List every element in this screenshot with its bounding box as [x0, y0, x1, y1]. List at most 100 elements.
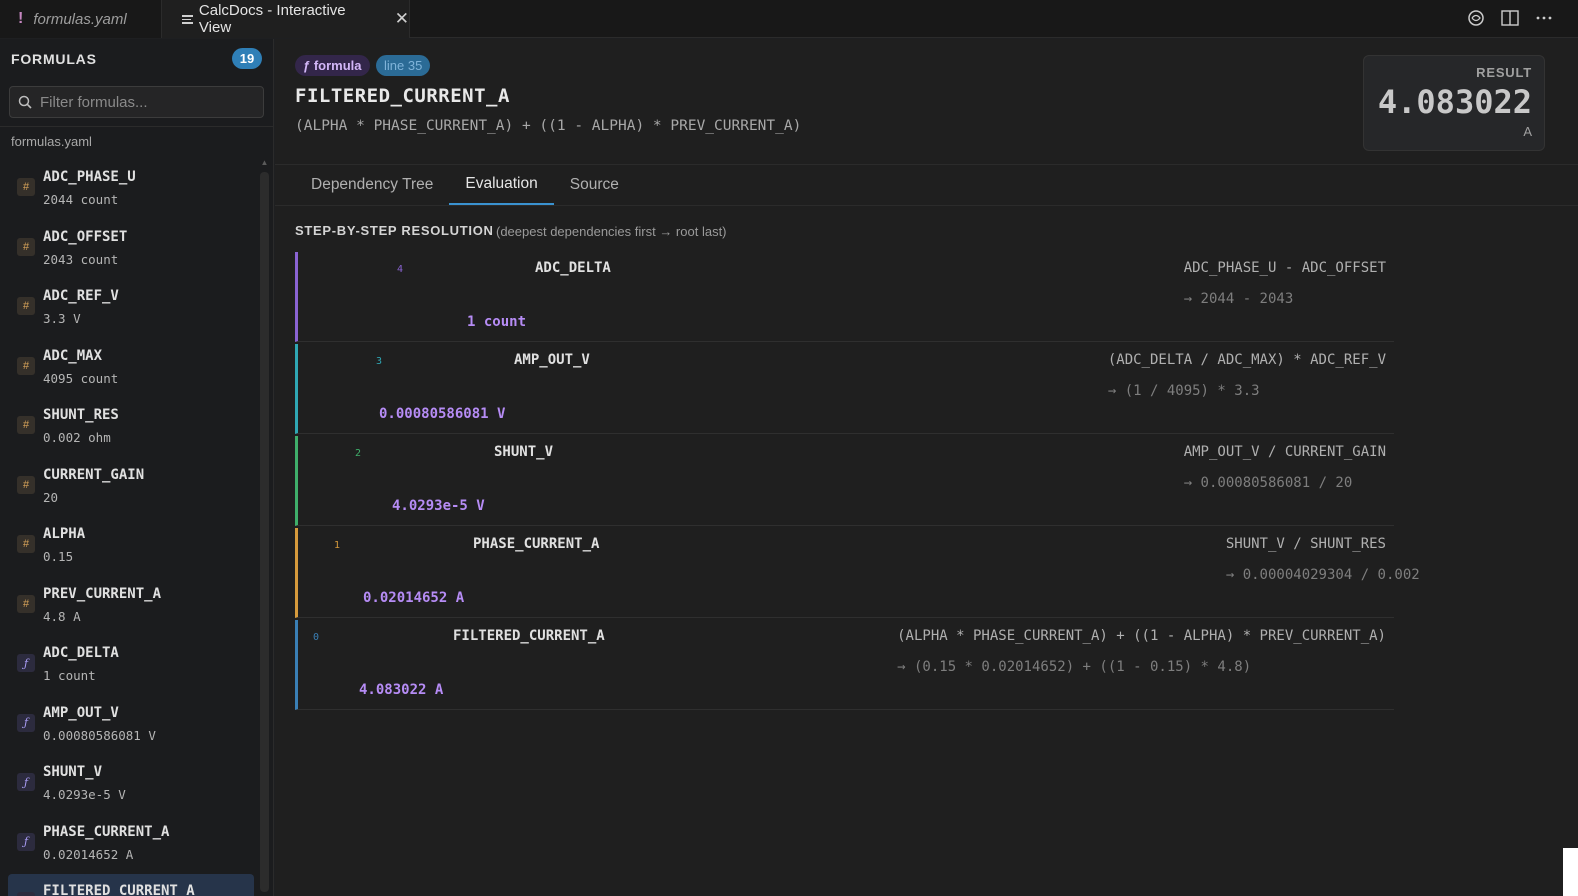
split-editor-icon[interactable] — [1500, 8, 1520, 28]
function-icon: ƒ — [17, 892, 35, 896]
close-icon[interactable]: ✕ — [395, 9, 409, 29]
sidebar-title: FORMULAS — [11, 51, 97, 67]
formula-kind-badge: ƒ formula — [295, 55, 370, 76]
function-icon: ƒ — [17, 654, 35, 672]
item-name: ADC_PHASE_U — [43, 169, 136, 185]
list-item[interactable]: ƒ SHUNT_V 4.0293e-5 V — [8, 755, 254, 815]
step-expression: (ADC_DELTA / ADC_MAX) * ADC_REF_V → (1 /… — [1108, 352, 1386, 399]
step-row-shunt-v[interactable]: 2 SHUNT_V AMP_OUT_V / CURRENT_GAIN → 0.0… — [295, 436, 1394, 526]
tab-evaluation[interactable]: Evaluation — [449, 165, 554, 205]
tab-dependency-tree[interactable]: Dependency Tree — [295, 165, 449, 205]
list-item-selected[interactable]: ƒ FILTERED_CURRENT_A — [8, 874, 254, 896]
item-value: 1 count — [43, 668, 96, 683]
list-item[interactable]: # ADC_MAX 4095 count — [8, 339, 254, 399]
step-name: FILTERED_CURRENT_A — [453, 628, 605, 644]
step-row-phase-current-a[interactable]: 1 PHASE_CURRENT_A SHUNT_V / SHUNT_RES → … — [295, 528, 1420, 618]
item-value: 4.8 A — [43, 608, 81, 624]
step-name: AMP_OUT_V — [514, 352, 590, 368]
tab-interactive-view[interactable]: CalcDocs - Interactive View ✕ — [162, 0, 410, 38]
item-value: 3.3 V — [43, 311, 81, 326]
result-label: RESULT — [1476, 65, 1532, 80]
function-icon: ƒ — [17, 832, 35, 851]
filter-formulas-input[interactable] — [40, 93, 250, 111]
list-item[interactable]: ƒ AMP_OUT_V 0.00080586081 V — [8, 696, 254, 756]
item-value: 0.15 — [43, 549, 74, 564]
item-name: ADC_MAX — [43, 347, 103, 364]
sidebar-scrollbar[interactable] — [260, 172, 269, 892]
step-name: PHASE_CURRENT_A — [473, 536, 600, 552]
result-value: 4.083022 — [1377, 83, 1532, 121]
step-result: 4.083022 A — [359, 682, 444, 698]
window-edge-artifact — [1563, 848, 1578, 896]
formula-detail-panel: ƒ formula line 35 FILTERED_CURRENT_A (AL… — [275, 39, 1578, 896]
steps-title: STEP-BY-STEP RESOLUTION — [295, 223, 494, 238]
item-name: AMP_OUT_V — [43, 704, 119, 721]
file-group-label: formulas.yaml — [11, 134, 92, 149]
item-name: CURRENT_GAIN — [43, 466, 145, 483]
item-value: 2044 count — [43, 192, 119, 207]
list-item[interactable]: ƒ ADC_DELTA 1 count — [8, 636, 254, 696]
result-unit: A — [1523, 124, 1532, 139]
chat-assistant-icon[interactable] — [1466, 8, 1486, 28]
step-expression: ADC_PHASE_U - ADC_OFFSET → 2044 - 2043 — [1183, 260, 1386, 307]
step-result: 0.00080586081 V — [379, 406, 506, 422]
formula-expression: (ALPHA * PHASE_CURRENT_A) + ((1 - ALPHA)… — [295, 118, 802, 134]
list-item[interactable]: # SHUNT_RES 0.002 ohm — [8, 398, 254, 458]
constant-icon: # — [17, 594, 35, 613]
tab-formulas-yaml[interactable]: ! formulas.yaml — [0, 0, 162, 38]
tab-label: CalcDocs - Interactive View — [198, 2, 346, 36]
scroll-up-arrow-icon[interactable]: ▲ — [260, 158, 269, 167]
tab-label: formulas.yaml — [33, 10, 127, 28]
step-substitution: → 0.00080586081 / 20 — [1183, 475, 1353, 491]
item-name: ADC_OFFSET — [43, 228, 128, 245]
list-item[interactable]: # ALPHA 0.15 — [8, 517, 254, 577]
list-item[interactable]: # CURRENT_GAIN 20 — [8, 458, 254, 518]
step-row-adc-delta[interactable]: 4 ADC_DELTA ADC_PHASE_U - ADC_OFFSET → 2… — [295, 252, 1394, 342]
step-result: 0.02014652 A — [363, 590, 465, 606]
filter-box[interactable] — [9, 86, 264, 118]
list-item[interactable]: # ADC_PHASE_U 2044 count — [8, 160, 254, 220]
step-formula: SHUNT_V / SHUNT_RES — [1225, 536, 1386, 552]
list-item[interactable]: # PREV_CURRENT_A 4.8 A — [8, 577, 254, 637]
function-icon: ƒ — [17, 713, 35, 732]
constant-icon: # — [17, 237, 35, 256]
constant-icon: # — [17, 416, 35, 434]
step-expression: AMP_OUT_V / CURRENT_GAIN → 0.00080586081… — [1183, 444, 1386, 491]
item-name: FILTERED_CURRENT_A — [43, 883, 195, 896]
step-substitution: → (0.15 * 0.02014652) + ((1 - 0.15) * 4.… — [897, 659, 1252, 675]
constant-icon: # — [17, 535, 35, 553]
list-item[interactable]: # ADC_OFFSET 2043 count — [8, 220, 254, 280]
step-expression: SHUNT_V / SHUNT_RES → 0.00004029304 / 0.… — [1225, 536, 1420, 583]
step-row-filtered-current-a[interactable]: 0 FILTERED_CURRENT_A (ALPHA * PHASE_CURR… — [295, 620, 1394, 710]
step-depth: 4 — [397, 264, 404, 275]
item-name: ALPHA — [43, 526, 86, 542]
constant-icon: # — [17, 356, 35, 375]
step-expression: (ALPHA * PHASE_CURRENT_A) + ((1 - ALPHA)… — [897, 628, 1386, 675]
result-card: RESULT 4.083022 A — [1363, 55, 1545, 151]
step-depth: 0 — [313, 632, 320, 643]
item-value: 0.002 ohm — [43, 430, 111, 445]
list-item[interactable]: ƒ PHASE_CURRENT_A 0.02014652 A — [8, 815, 254, 875]
step-result: 4.0293e-5 V — [392, 498, 485, 514]
steps-subtitle: (deepest dependencies first → root last) — [496, 224, 727, 239]
item-name: SHUNT_RES — [43, 407, 119, 423]
step-formula: AMP_OUT_V / CURRENT_GAIN — [1183, 444, 1386, 460]
item-name: ADC_DELTA — [43, 645, 119, 661]
list-item[interactable]: # ADC_REF_V 3.3 V — [8, 279, 254, 339]
item-value: 0.02014652 A — [43, 846, 134, 862]
search-icon — [18, 95, 32, 109]
step-substitution: → 0.00004029304 / 0.002 — [1225, 567, 1420, 583]
line-number-badge[interactable]: line 35 — [376, 55, 431, 76]
item-name: PHASE_CURRENT_A — [43, 823, 170, 840]
step-result: 1 count — [467, 314, 527, 330]
formulas-sidebar: FORMULAS 19 formulas.yaml # ADC_PHASE_U 20… — [0, 39, 274, 896]
tab-source[interactable]: Source — [554, 165, 635, 205]
tabs-divider — [275, 205, 1578, 206]
step-row-amp-out-v[interactable]: 3 AMP_OUT_V (ADC_DELTA / ADC_MAX) * ADC_… — [295, 344, 1394, 434]
step-formula: ADC_PHASE_U - ADC_OFFSET — [1183, 260, 1386, 276]
step-depth: 3 — [376, 356, 383, 367]
item-name: SHUNT_V — [43, 764, 103, 780]
more-actions-icon[interactable] — [1534, 8, 1554, 28]
view-tabs: Dependency Tree Evaluation Source — [295, 165, 635, 205]
step-name: SHUNT_V — [494, 444, 554, 460]
